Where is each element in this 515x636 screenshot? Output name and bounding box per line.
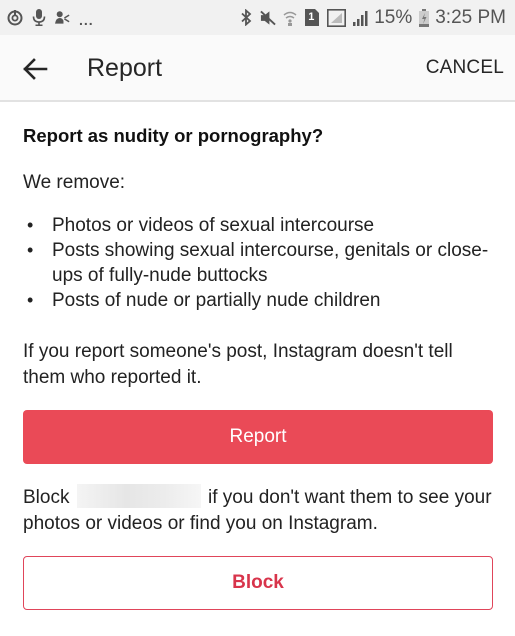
block-button[interactable]: Block xyxy=(23,556,493,610)
wifi-icon xyxy=(282,9,298,27)
sim-icon: 1 xyxy=(304,9,320,27)
person-share-icon xyxy=(55,9,71,27)
signal-icon xyxy=(352,9,368,27)
notification-overflow: ... xyxy=(79,11,94,28)
status-bar: ... 1 15% 3:25 PM xyxy=(0,0,515,35)
we-remove-label: We remove: xyxy=(23,172,126,193)
cancel-button[interactable]: CANCEL xyxy=(426,57,504,79)
clock: 3:25 PM xyxy=(435,6,506,28)
status-bar-left: ... xyxy=(7,8,94,28)
app-bar: Report CANCEL xyxy=(0,35,515,102)
back-button[interactable] xyxy=(20,54,50,84)
list-item: Posts of nude or partially nude children xyxy=(23,288,493,313)
mute-icon xyxy=(260,9,276,27)
report-question: Report as nudity or pornography? xyxy=(23,125,324,146)
block-explanation: Block if you don't want them to see your… xyxy=(23,484,493,536)
battery-charging-icon xyxy=(418,8,429,27)
arrow-left-icon xyxy=(23,58,48,80)
report-button[interactable]: Report xyxy=(23,410,493,464)
redacted-username xyxy=(76,484,201,508)
sim-label: 1 xyxy=(308,10,315,23)
status-bar-right: 1 15% 3:25 PM xyxy=(238,7,506,29)
removal-criteria-list: Photos or videos of sexual intercourse P… xyxy=(23,213,493,313)
signal-box-icon xyxy=(326,8,346,27)
page-title: Report xyxy=(87,54,163,82)
block-prefix: Block xyxy=(23,487,70,508)
list-item: Posts showing sexual intercourse, genita… xyxy=(23,238,493,288)
list-item: Photos or videos of sexual intercourse xyxy=(23,213,493,238)
microphone-icon xyxy=(31,9,47,27)
battery-percent: 15% xyxy=(374,6,413,28)
sync-icon xyxy=(7,9,23,27)
bluetooth-icon xyxy=(238,9,254,27)
anonymity-notice: If you report someone's post, Instagram … xyxy=(23,341,453,388)
